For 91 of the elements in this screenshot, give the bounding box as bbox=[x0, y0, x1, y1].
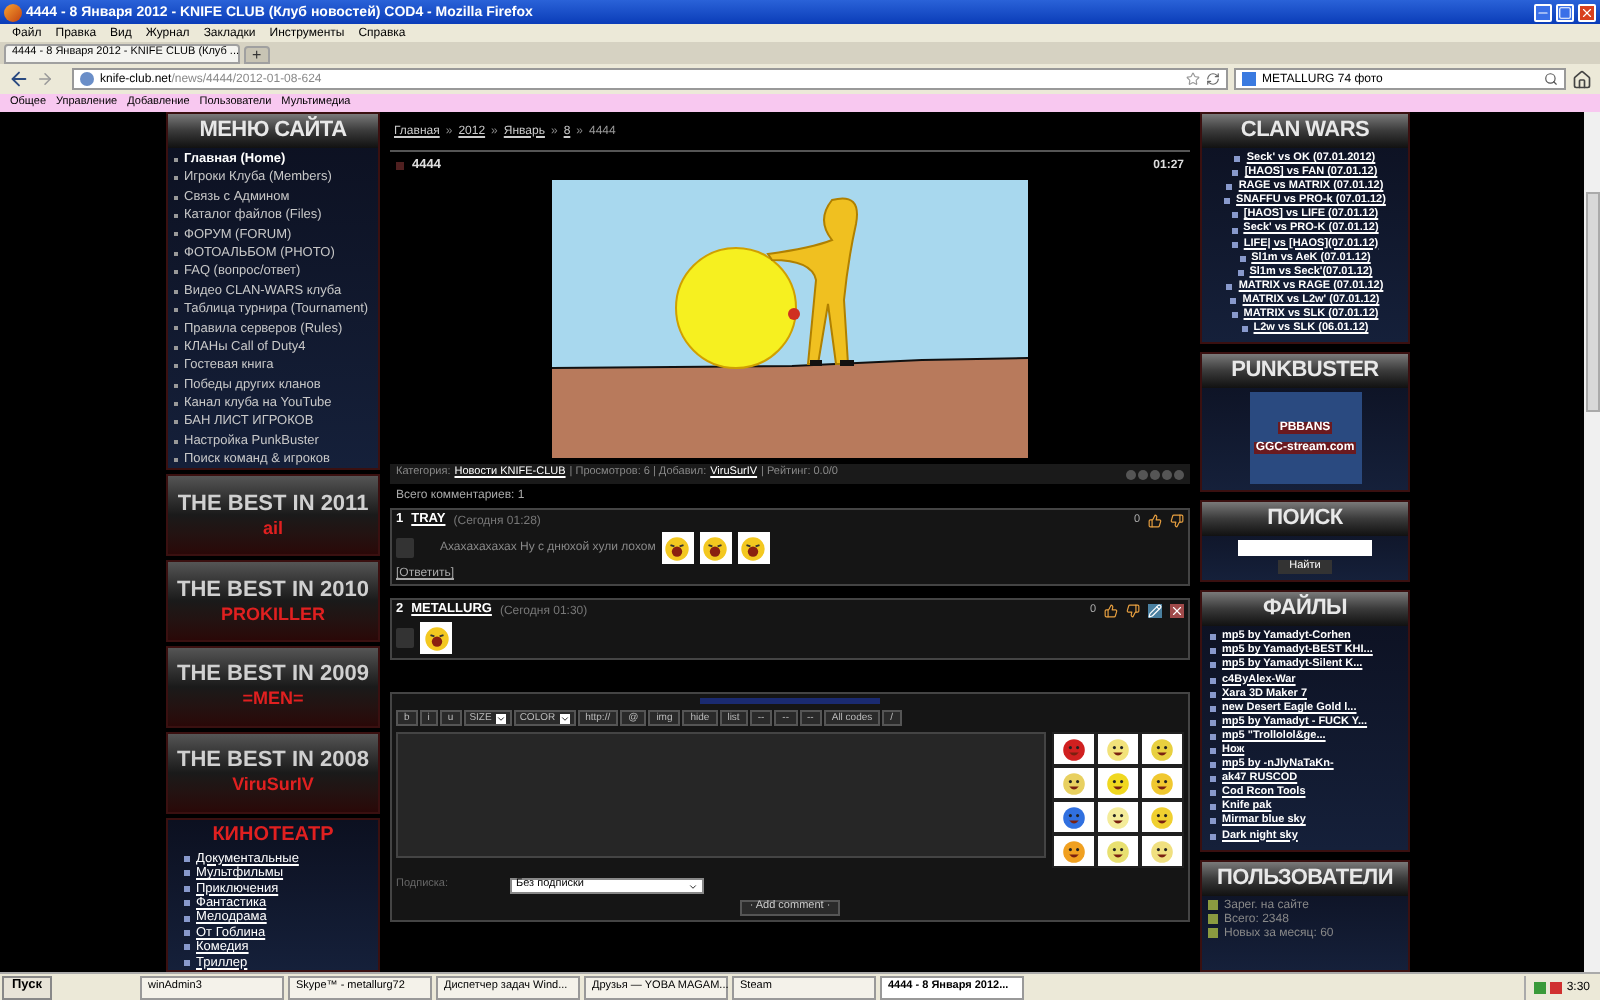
smiley-icon bbox=[1106, 737, 1130, 761]
bullet-icon bbox=[184, 930, 190, 936]
smiley-icon bbox=[1150, 771, 1174, 795]
smiley-icon bbox=[1062, 737, 1086, 761]
bullet-icon bbox=[1231, 227, 1238, 234]
award-title: THE BEST IN 2011 bbox=[177, 493, 369, 516]
bullet-icon bbox=[1234, 156, 1241, 163]
bullet-icon bbox=[1241, 326, 1248, 333]
smiley-icon bbox=[1150, 805, 1174, 829]
bullet-icon bbox=[1224, 198, 1231, 205]
smiley-image bbox=[737, 532, 770, 564]
delete-icon[interactable] bbox=[1170, 604, 1184, 618]
bullet-icon bbox=[1210, 804, 1216, 811]
bullet-icon bbox=[1210, 691, 1216, 698]
cinema-logo: КИНОТЕАТР bbox=[212, 825, 334, 846]
box-title: PUNKBUSTER bbox=[1231, 360, 1379, 383]
bullet-icon bbox=[1230, 297, 1237, 304]
new-tab-button[interactable]: + bbox=[244, 46, 270, 64]
bullet-icon bbox=[184, 959, 190, 966]
bullet-icon bbox=[1231, 212, 1238, 219]
bullet-icon bbox=[1210, 677, 1216, 684]
avatar-icon bbox=[396, 628, 414, 648]
bullet-icon bbox=[1210, 705, 1216, 712]
bullet-icon bbox=[1210, 818, 1216, 825]
award-winner: PROKILLER bbox=[220, 605, 325, 624]
bookmark-star-icon[interactable] bbox=[1186, 72, 1200, 86]
box-title: CLAN WARS bbox=[1240, 120, 1370, 142]
award-winner: ViruSurIV bbox=[232, 776, 314, 795]
bullet-icon bbox=[1210, 634, 1216, 641]
smiley-icon bbox=[1150, 737, 1174, 761]
smiley-icon bbox=[1106, 805, 1130, 829]
bullet-icon bbox=[1232, 170, 1239, 177]
thumbs-down-icon[interactable] bbox=[1170, 514, 1184, 528]
bullet-icon bbox=[1231, 241, 1238, 248]
bullet-icon bbox=[1239, 255, 1246, 262]
close-icon[interactable] bbox=[1578, 3, 1596, 21]
box-title: ФАЙЛЫ bbox=[1262, 598, 1348, 621]
smiley-image bbox=[661, 532, 694, 564]
bullet-icon bbox=[1237, 269, 1244, 276]
bullet-icon bbox=[1210, 733, 1216, 740]
bullet-icon bbox=[1231, 312, 1238, 319]
minimize-icon[interactable] bbox=[1534, 3, 1552, 21]
box-title: ПОЛЬЗОВАТЕЛИ bbox=[1216, 867, 1393, 890]
smiley-icon bbox=[1062, 839, 1086, 863]
bullet-icon bbox=[1210, 790, 1216, 797]
back-icon[interactable] bbox=[8, 68, 30, 90]
avatar-icon bbox=[396, 538, 414, 558]
box-title: ПОИСК bbox=[1267, 508, 1343, 531]
bullet-icon bbox=[1210, 648, 1216, 655]
smiley-icon bbox=[1150, 839, 1174, 863]
dropdown-arrow-icon bbox=[495, 713, 506, 723]
award-title: THE BEST IN 2009 bbox=[177, 664, 369, 687]
bullet-icon bbox=[1210, 762, 1216, 769]
thumbs-up-icon[interactable] bbox=[1148, 514, 1162, 528]
bullet-icon bbox=[1210, 719, 1216, 726]
search-icon[interactable] bbox=[1544, 72, 1558, 86]
bullet-icon bbox=[1226, 283, 1233, 290]
maximize-icon[interactable] bbox=[1556, 3, 1574, 21]
bullet-icon bbox=[1226, 184, 1233, 191]
firefox-icon bbox=[4, 3, 22, 21]
smiley-image bbox=[420, 622, 452, 654]
smiley-icon bbox=[1106, 771, 1130, 795]
smiley-icon bbox=[1062, 805, 1086, 829]
thumbs-down-icon[interactable] bbox=[1126, 604, 1140, 618]
award-winner: ail bbox=[262, 519, 283, 538]
bullet-icon bbox=[184, 900, 190, 907]
bullet-icon bbox=[1210, 662, 1216, 669]
dropdown-arrow-icon bbox=[559, 713, 570, 723]
smiley-icon bbox=[1106, 839, 1130, 863]
scroll-thumb[interactable] bbox=[1585, 192, 1599, 412]
bullet-icon bbox=[1210, 748, 1216, 755]
news-marker-icon bbox=[396, 162, 404, 170]
award-title: THE BEST IN 2008 bbox=[177, 750, 369, 773]
site-search-field[interactable] bbox=[1238, 540, 1372, 557]
globe-icon bbox=[80, 72, 94, 86]
bullet-icon bbox=[1210, 776, 1216, 783]
bullet-icon bbox=[184, 915, 190, 922]
bullet-icon bbox=[184, 944, 190, 951]
home-icon[interactable] bbox=[1572, 69, 1592, 89]
bullet-icon bbox=[184, 855, 190, 862]
award-title: THE BEST IN 2010 bbox=[177, 579, 369, 602]
bullet-icon bbox=[1210, 833, 1216, 840]
smiley-icon bbox=[1062, 771, 1086, 795]
smiley-image bbox=[699, 532, 732, 564]
award-winner: =MEN= bbox=[242, 690, 304, 709]
thumbs-up-icon[interactable] bbox=[1104, 604, 1118, 618]
edit-icon[interactable] bbox=[1148, 604, 1162, 618]
bullet-icon bbox=[184, 885, 190, 892]
bullet-icon bbox=[184, 870, 190, 877]
reload-icon[interactable] bbox=[1206, 72, 1220, 86]
box-title: МЕНЮ САЙТА bbox=[199, 120, 347, 142]
